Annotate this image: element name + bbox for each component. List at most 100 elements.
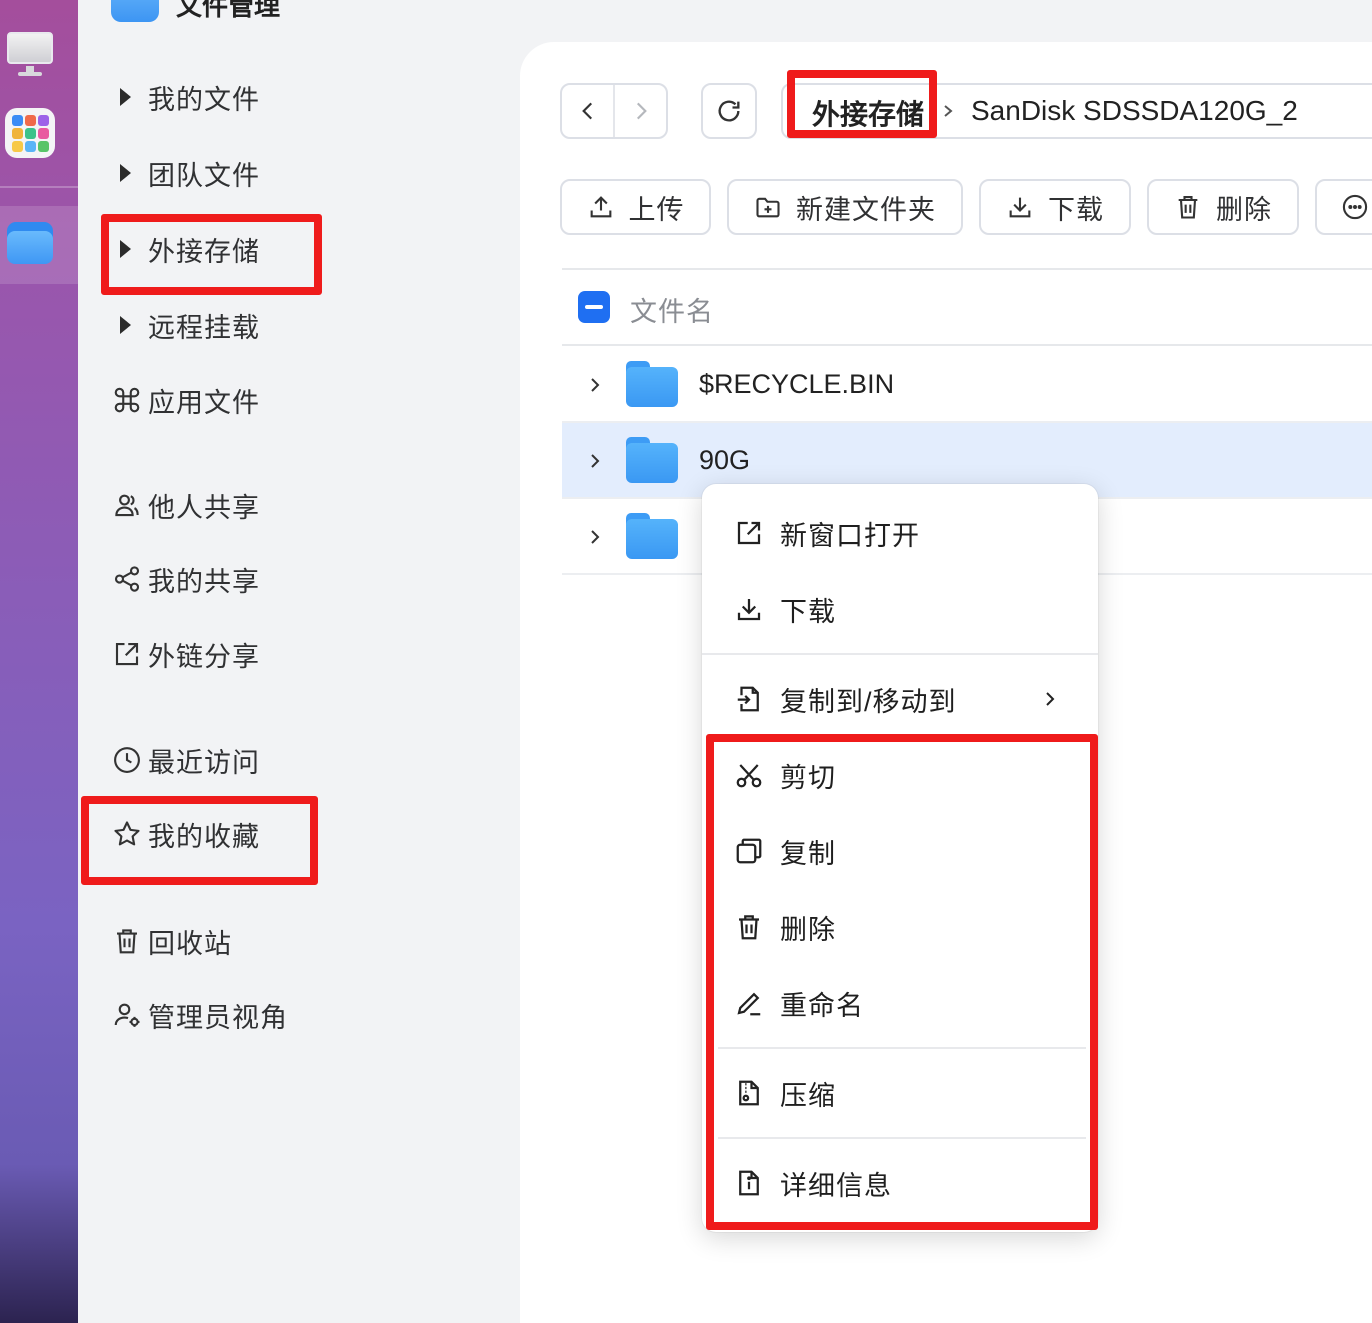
refresh-icon [718, 100, 740, 122]
caret-right-icon[interactable] [120, 240, 131, 258]
folder-icon [626, 437, 678, 483]
delete-button[interactable]: 删除 [1147, 179, 1299, 235]
zip-file-icon [734, 1078, 764, 1108]
sidebar-item-admin-view[interactable]: 管理员视角 [108, 991, 468, 1039]
menu-item-delete[interactable]: 删除 [702, 897, 1098, 957]
caret-right-icon[interactable] [120, 316, 131, 334]
menu-item-label: 下载 [780, 596, 836, 627]
dock [0, 0, 78, 1323]
sidebar-item-link-shares[interactable]: 外链分享 [108, 630, 468, 678]
menu-separator [718, 1137, 1086, 1139]
caret-right-icon[interactable] [120, 88, 131, 106]
command-icon [108, 385, 148, 415]
menu-item-label: 删除 [780, 914, 836, 945]
back-button[interactable] [562, 85, 613, 137]
sidebar-item-label: 外接存储 [148, 236, 260, 267]
menu-item-label: 详细信息 [780, 1170, 892, 1201]
sidebar-item-my-shares[interactable]: 我的共享 [108, 555, 468, 603]
sidebar-item-label: 回收站 [148, 928, 232, 959]
sidebar-item-external-storage[interactable]: 外接存储 [108, 225, 468, 273]
column-header-filename[interactable]: 文件名 [630, 290, 714, 329]
monitor-app-icon[interactable] [5, 28, 55, 78]
download-icon [734, 594, 764, 624]
sidebar-item-label: 应用文件 [148, 387, 260, 418]
folder-icon [626, 513, 678, 559]
more-icon [1342, 194, 1368, 220]
refresh-button[interactable] [701, 83, 757, 139]
info-file-icon [734, 1168, 764, 1198]
sidebar-item-label: 我的收藏 [148, 821, 260, 852]
open-new-window-icon [734, 518, 764, 548]
upload-label: 上传 [628, 194, 685, 225]
sidebar-item-label: 我的文件 [148, 84, 260, 115]
sidebar-item-remote-mount[interactable]: 远程挂载 [108, 301, 468, 349]
download-icon [1009, 197, 1031, 218]
star-icon [108, 819, 148, 849]
more-button[interactable] [1315, 179, 1372, 235]
users-icon [108, 490, 148, 520]
sidebar-item-label: 我的共享 [148, 566, 260, 597]
chevron-right-icon[interactable] [586, 523, 604, 551]
menu-item-rename[interactable]: 重命名 [702, 973, 1098, 1033]
pencil-icon [734, 988, 764, 1018]
scissors-icon [734, 760, 764, 790]
sidebar-item-recent[interactable]: 最近访问 [108, 736, 468, 784]
sidebar-item-label: 外链分享 [148, 641, 260, 672]
upload-button[interactable]: 上传 [560, 179, 711, 235]
breadcrumb-item-external-storage[interactable]: 外接存储 [812, 93, 924, 133]
sidebar-item-favorites[interactable]: 我的收藏 [108, 810, 468, 858]
delete-label: 删除 [1216, 194, 1272, 225]
trash-icon [108, 926, 148, 956]
copy-move-icon [734, 684, 764, 714]
sidebar-item-label: 他人共享 [148, 492, 260, 523]
sidebar-item-team-files[interactable]: 团队文件 [108, 149, 468, 197]
chevron-right-icon[interactable] [586, 447, 604, 475]
menu-separator [702, 653, 1098, 655]
breadcrumb-item-drive[interactable]: SanDisk SDSSDA120G_2 [971, 95, 1298, 127]
chevron-right-icon [1046, 692, 1055, 706]
caret-right-icon[interactable] [120, 164, 131, 182]
table-row[interactable]: $RECYCLE.BIN [562, 347, 1372, 423]
menu-item-copy[interactable]: 复制 [702, 821, 1098, 881]
menu-item-label: 新窗口打开 [780, 520, 920, 551]
menu-item-label: 重命名 [780, 990, 864, 1021]
chevron-right-icon[interactable] [586, 371, 604, 399]
menu-item-open-new-window[interactable]: 新窗口打开 [702, 503, 1098, 563]
sidebar-item-label: 管理员视角 [148, 1002, 288, 1033]
app-title: 文件管理 [176, 0, 281, 21]
sidebar-item-my-files[interactable]: 我的文件 [108, 73, 468, 121]
file-manager-logo-icon [111, 0, 159, 22]
upload-icon [590, 196, 611, 218]
menu-item-label: 压缩 [780, 1080, 836, 1111]
menu-item-download[interactable]: 下载 [702, 579, 1098, 639]
download-button[interactable]: 下载 [979, 179, 1131, 235]
trash-icon [734, 912, 764, 942]
download-label: 下载 [1048, 194, 1104, 225]
forward-button[interactable] [615, 85, 666, 137]
menu-item-compress[interactable]: 压缩 [702, 1063, 1098, 1123]
menu-separator [718, 1047, 1086, 1049]
file-name: 90G [699, 445, 751, 475]
select-all-checkbox[interactable] [578, 291, 610, 323]
file-manager-app-icon[interactable] [5, 218, 55, 268]
new-folder-button[interactable]: 新建文件夹 [727, 179, 963, 235]
menu-item-cut[interactable]: 剪切 [702, 745, 1098, 805]
sidebar-item-shared-with-me[interactable]: 他人共享 [108, 481, 468, 529]
new-folder-label: 新建文件夹 [796, 194, 936, 225]
sidebar-item-label: 远程挂载 [148, 312, 260, 343]
menu-item-label: 复制到/移动到 [780, 686, 957, 717]
sidebar-item-recycle-bin[interactable]: 回收站 [108, 917, 468, 965]
new-folder-icon [756, 197, 780, 218]
sidebar-item-app-files[interactable]: 应用文件 [108, 376, 468, 424]
menu-item-details[interactable]: 详细信息 [702, 1153, 1098, 1213]
chevron-right-icon [636, 102, 647, 120]
trash-icon [1178, 196, 1198, 219]
folder-icon [626, 361, 678, 407]
share-icon [108, 564, 148, 594]
menu-item-copy-move-to[interactable]: 复制到/移动到 [702, 669, 1098, 729]
clock-icon [108, 745, 148, 775]
admin-icon [108, 1000, 148, 1030]
menu-item-label: 复制 [780, 838, 836, 869]
app-center-icon[interactable] [5, 108, 55, 158]
file-name: $RECYCLE.BIN [699, 369, 895, 399]
